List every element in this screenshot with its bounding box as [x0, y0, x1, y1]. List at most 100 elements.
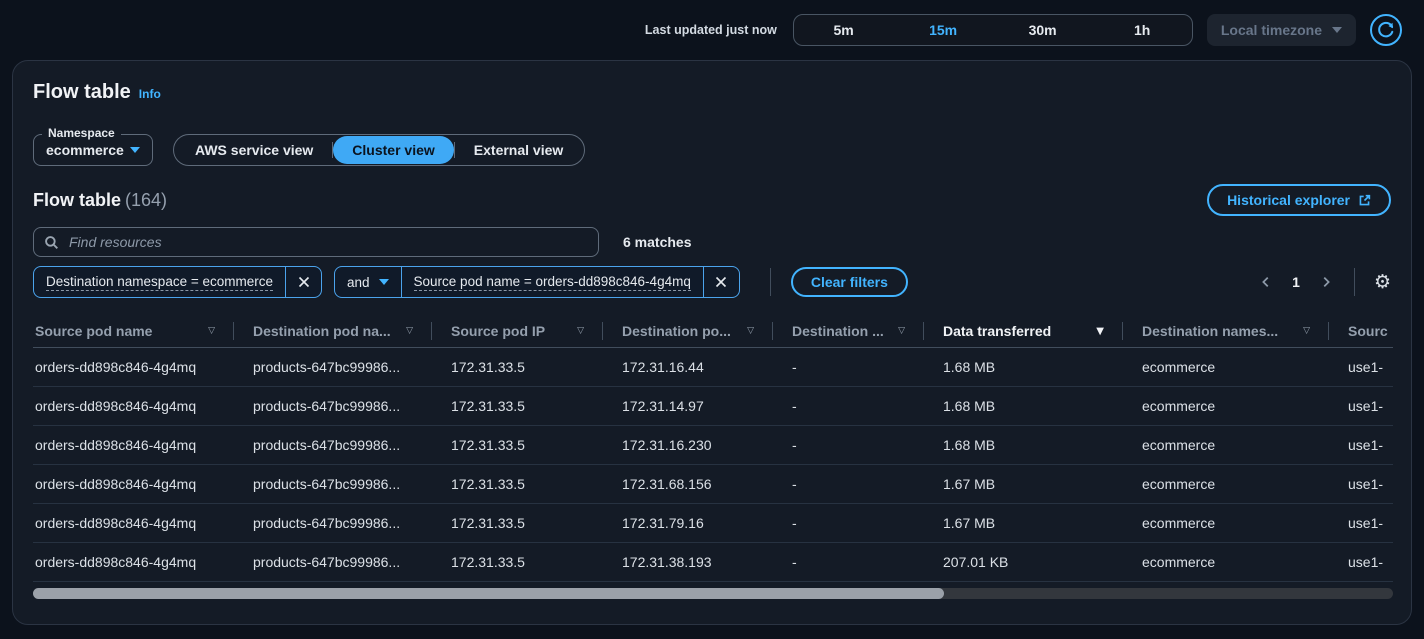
table-row[interactable]: orders-dd898c846-4g4mqproducts-647bc9998… — [33, 543, 1393, 582]
top-toolbar: Last updated just now 5m 15m 30m 1h Loca… — [0, 0, 1424, 60]
table-cell: 1.68 MB — [923, 398, 1122, 414]
filter-token-destination-namespace: Destination namespace = ecommerce — [33, 266, 322, 298]
table-cell: 1.67 MB — [923, 476, 1122, 492]
table-cell: - — [772, 554, 923, 570]
info-link[interactable]: Info — [139, 87, 161, 101]
filter-token-source-pod-name: and Source pod name = orders-dd898c846-4… — [334, 266, 740, 298]
timezone-dropdown[interactable]: Local timezone — [1207, 14, 1356, 46]
pagination-controls: 1 ⚙ — [1257, 268, 1391, 296]
column-header-label: Destination pod na... — [253, 323, 391, 339]
sort-caret-icon[interactable]: ▽ — [898, 326, 905, 336]
table-cell: orders-dd898c846-4g4mq — [33, 554, 233, 570]
table-cell: products-647bc99986... — [233, 554, 431, 570]
filter-token-label[interactable]: Destination namespace = ecommerce — [34, 267, 285, 297]
historical-explorer-button[interactable]: Historical explorer — [1207, 184, 1391, 216]
divider — [770, 268, 771, 296]
sort-caret-icon[interactable]: ▽ — [1303, 326, 1310, 336]
table-cell: ecommerce — [1122, 476, 1328, 492]
chevron-down-icon — [1332, 27, 1342, 33]
gear-icon[interactable]: ⚙ — [1374, 273, 1391, 292]
table-body: orders-dd898c846-4g4mqproducts-647bc9998… — [33, 348, 1393, 582]
table-cell: orders-dd898c846-4g4mq — [33, 359, 233, 375]
current-page-number[interactable]: 1 — [1288, 274, 1304, 290]
table-cell: - — [772, 359, 923, 375]
table-cell: ecommerce — [1122, 398, 1328, 414]
time-range-15m[interactable]: 15m — [893, 22, 993, 38]
table-cell: 172.31.38.193 — [602, 554, 772, 570]
column-header-label: Destination ... — [792, 323, 884, 339]
search-input[interactable] — [67, 233, 588, 251]
column-header[interactable]: Destination names...▽ — [1122, 315, 1328, 347]
column-header-label: Source pod IP — [451, 323, 545, 339]
historical-explorer-label: Historical explorer — [1227, 192, 1350, 208]
table-cell: 172.31.14.97 — [602, 398, 772, 414]
table-cell: orders-dd898c846-4g4mq — [33, 476, 233, 492]
page-title: Flow table — [33, 81, 131, 104]
chevron-down-icon — [379, 279, 389, 285]
sort-caret-icon[interactable]: ▽ — [406, 326, 413, 336]
chevron-down-icon — [130, 147, 140, 153]
table-row[interactable]: orders-dd898c846-4g4mqproducts-647bc9998… — [33, 465, 1393, 504]
horizontal-scrollbar[interactable] — [33, 588, 1393, 599]
scrollbar-thumb[interactable] — [33, 588, 944, 599]
table-cell: 172.31.33.5 — [431, 398, 602, 414]
table-row-count: (164) — [125, 190, 167, 210]
sort-descending-icon[interactable]: ▼ — [1096, 326, 1104, 337]
previous-page-button[interactable] — [1257, 273, 1275, 291]
column-header[interactable]: Source pod name▽ — [33, 315, 233, 347]
table-cell: 1.67 MB — [923, 515, 1122, 531]
flow-table-panel: Flow table Info Namespace ecommerce AWS … — [12, 60, 1412, 625]
table-cell: 172.31.33.5 — [431, 437, 602, 453]
sort-caret-icon[interactable]: ▽ — [747, 326, 754, 336]
column-header[interactable]: Destination ... ▽ — [772, 315, 923, 347]
column-header-label: Destination po... — [622, 323, 731, 339]
table-cell: - — [772, 398, 923, 414]
remove-filter-button[interactable] — [703, 267, 739, 297]
table-row[interactable]: orders-dd898c846-4g4mqproducts-647bc9998… — [33, 348, 1393, 387]
column-header[interactable]: Sourc▽ — [1328, 315, 1393, 347]
column-header[interactable]: Source pod IP ▽ — [431, 315, 602, 347]
matches-count: 6 matches — [623, 234, 691, 250]
namespace-dropdown[interactable]: Namespace ecommerce — [33, 134, 153, 166]
tab-cluster-view[interactable]: Cluster view — [333, 136, 453, 164]
table-cell: ecommerce — [1122, 515, 1328, 531]
clear-filters-label: Clear filters — [811, 274, 888, 290]
timezone-label: Local timezone — [1221, 22, 1322, 38]
refresh-button[interactable] — [1370, 14, 1402, 46]
table-cell: products-647bc99986... — [233, 398, 431, 414]
clear-filters-button[interactable]: Clear filters — [791, 267, 908, 297]
column-header[interactable]: Data transferred▼ — [923, 315, 1122, 347]
tab-external-view[interactable]: External view — [455, 136, 583, 164]
panel-header: Flow table Info — [33, 81, 1391, 104]
table-cell: 172.31.33.5 — [431, 515, 602, 531]
column-header[interactable]: Destination po... ▽ — [602, 315, 772, 347]
search-box — [33, 227, 599, 257]
table-row[interactable]: orders-dd898c846-4g4mqproducts-647bc9998… — [33, 387, 1393, 426]
table-cell: ecommerce — [1122, 437, 1328, 453]
table-cell: 1.68 MB — [923, 437, 1122, 453]
table-cell: use1- — [1328, 359, 1393, 375]
next-page-button[interactable] — [1317, 273, 1335, 291]
tab-aws-service-view[interactable]: AWS service view — [176, 136, 332, 164]
filter-operator-dropdown[interactable]: and — [335, 267, 402, 297]
filter-row: Destination namespace = ecommerce and So… — [33, 266, 1391, 298]
namespace-value: ecommerce — [46, 142, 124, 158]
filter-token-label[interactable]: Source pod name = orders-dd898c846-4g4mq — [402, 267, 703, 297]
remove-filter-button[interactable] — [285, 267, 321, 297]
table-row[interactable]: orders-dd898c846-4g4mqproducts-647bc9998… — [33, 504, 1393, 543]
time-range-5m[interactable]: 5m — [794, 22, 894, 38]
search-icon — [44, 235, 59, 250]
sort-caret-icon[interactable]: ▽ — [577, 326, 584, 336]
table-cell: ecommerce — [1122, 554, 1328, 570]
column-header[interactable]: Destination pod na... ▽ — [233, 315, 431, 347]
table-cell: orders-dd898c846-4g4mq — [33, 437, 233, 453]
table-cell: 1.68 MB — [923, 359, 1122, 375]
table-cell: 172.31.16.44 — [602, 359, 772, 375]
table-row[interactable]: orders-dd898c846-4g4mqproducts-647bc9998… — [33, 426, 1393, 465]
chevron-left-icon — [1259, 275, 1273, 289]
divider — [1354, 268, 1355, 296]
sort-caret-icon[interactable]: ▽ — [208, 326, 215, 336]
time-range-30m[interactable]: 30m — [993, 22, 1093, 38]
time-range-1h[interactable]: 1h — [1092, 22, 1192, 38]
close-icon — [297, 275, 311, 289]
